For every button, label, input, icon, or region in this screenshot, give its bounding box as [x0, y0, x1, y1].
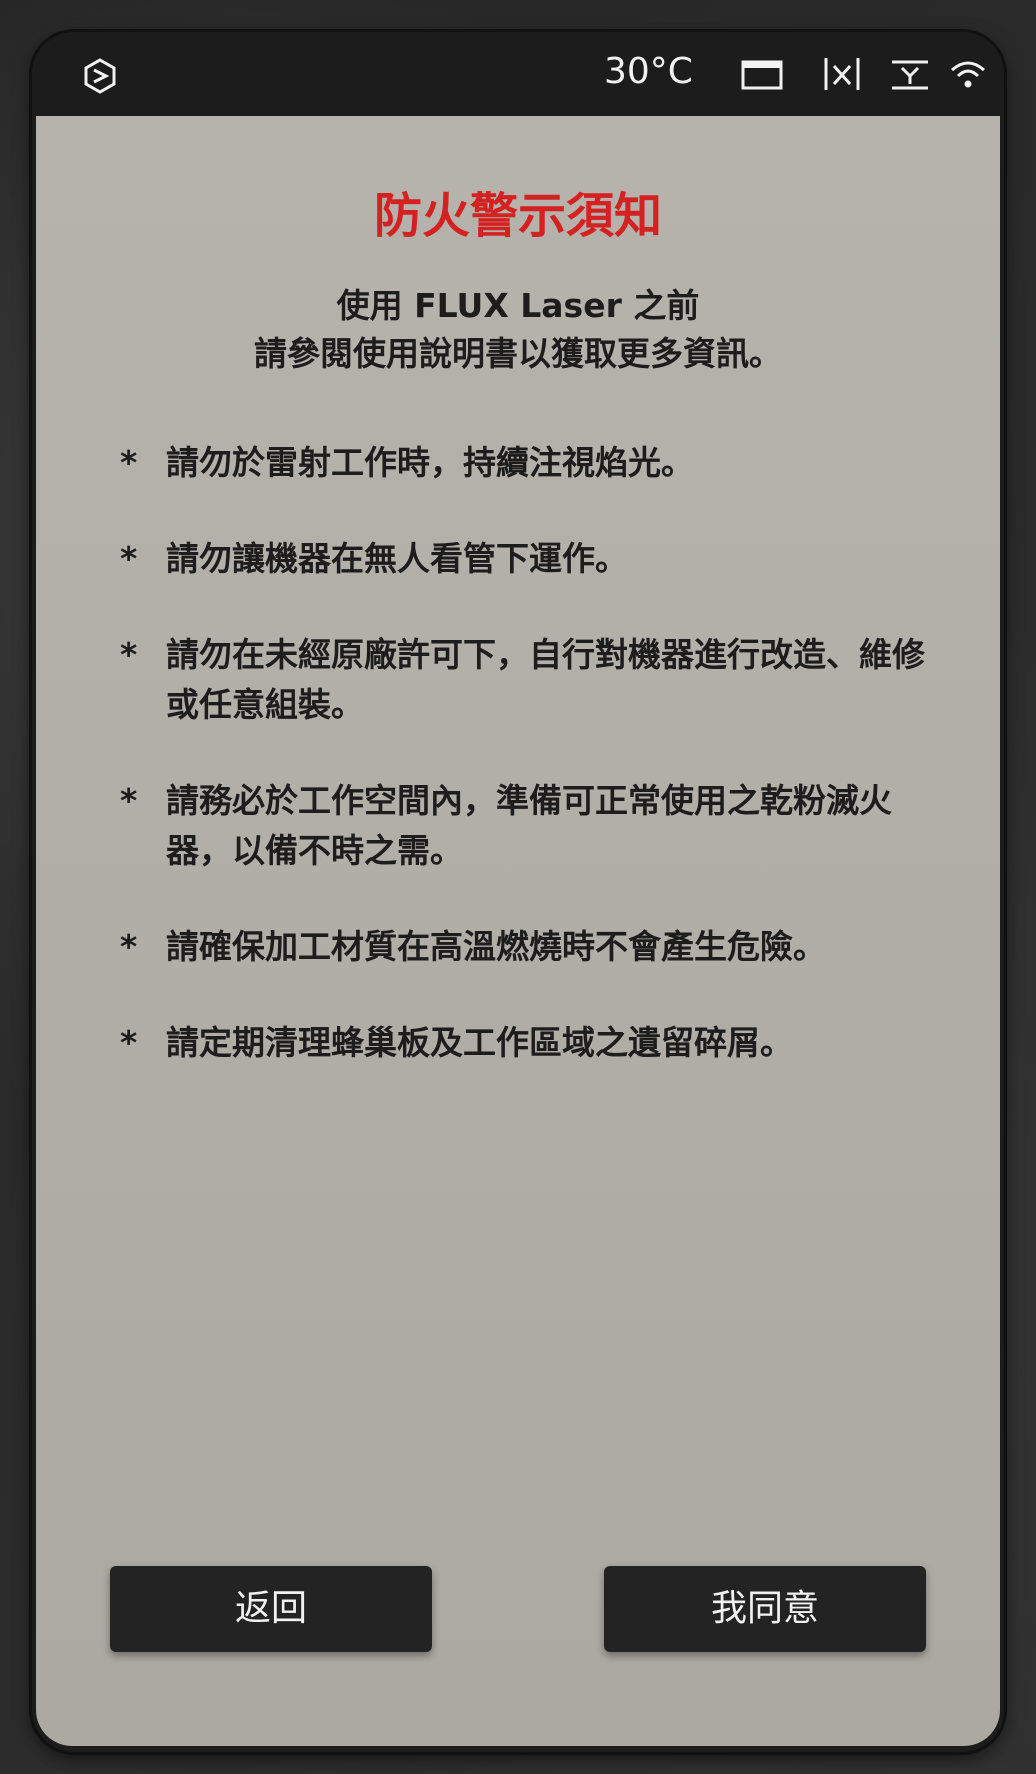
rule-text: 請務必於工作空間內，準備可正常使用之乾粉滅火器，以備不時之需。	[166, 781, 892, 870]
list-item: * 請定期清理蜂巢板及工作區域之遺留碎屑。	[120, 1018, 940, 1068]
intro-line-2: 請參閱使用說明書以獲取更多資訊。	[254, 334, 782, 373]
device-frame: 30°C 防火警示須知 使用 FLUX Laser 之前 請參閱使用說明書以獲取…	[32, 32, 1004, 1752]
bullet-star: *	[120, 635, 138, 674]
bullet-star: *	[120, 927, 138, 966]
list-item: * 請確保加工材質在高溫燃燒時不會產生危險。	[120, 922, 940, 972]
list-item: * 請務必於工作空間內，準備可正常使用之乾粉滅火器，以備不時之需。	[120, 776, 940, 876]
list-item: * 請勿在未經原廠許可下，自行對機器進行改造、維修或任意組裝。	[120, 630, 940, 730]
rule-text: 請勿在未經原廠許可下，自行對機器進行改造、維修或任意組裝。	[166, 635, 925, 724]
z-axis-icon	[892, 60, 928, 90]
fire-safety-notice-screen: 防火警示須知 使用 FLUX Laser 之前 請參閱使用說明書以獲取更多資訊。…	[36, 116, 1000, 1746]
camera-screen-icon	[741, 60, 783, 90]
rule-text: 請勿讓機器在無人看管下運作。	[166, 539, 628, 578]
intro-line-1: 使用 FLUX Laser 之前	[336, 286, 700, 325]
wifi-icon	[951, 61, 985, 88]
list-item: * 請勿讓機器在無人看管下運作。	[120, 534, 940, 584]
page-title: 防火警示須知	[373, 188, 662, 244]
intro-text: 使用 FLUX Laser 之前 請參閱使用說明書以獲取更多資訊。	[36, 282, 1000, 378]
bullet-star: *	[120, 539, 138, 578]
status-bar: 30°C	[32, 32, 1004, 116]
safety-rules-list: * 請勿於雷射工作時，持續注視焰光。 * 請勿讓機器在無人看管下運作。 * 請勿…	[120, 438, 940, 1114]
bullet-star: *	[120, 781, 138, 820]
rule-text: 請勿於雷射工作時，持續注視焰光。	[166, 443, 694, 482]
agree-button[interactable]: 我同意	[604, 1566, 926, 1652]
flux-logo-icon	[84, 58, 116, 94]
temperature-readout: 30°C	[604, 51, 693, 92]
rule-text: 請定期清理蜂巢板及工作區域之遺留碎屑。	[166, 1023, 793, 1062]
list-item: * 請勿於雷射工作時，持續注視焰光。	[120, 438, 940, 488]
back-button[interactable]: 返回	[110, 1566, 432, 1652]
x-axis-icon	[824, 58, 860, 90]
bullet-star: *	[120, 443, 138, 482]
bullet-star: *	[120, 1023, 138, 1062]
rule-text: 請確保加工材質在高溫燃燒時不會產生危險。	[166, 927, 826, 966]
